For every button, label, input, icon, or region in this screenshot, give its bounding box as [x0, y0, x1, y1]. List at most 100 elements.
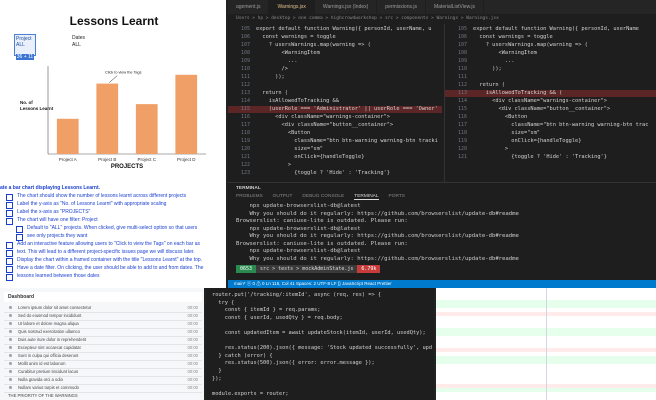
line-number: 118: [240, 130, 250, 136]
line-number: 112: [240, 82, 250, 88]
code-line: module.exports = router;: [212, 390, 289, 397]
requirement-item: Display the chart within a framed contai…: [0, 256, 226, 265]
line-number: 114: [457, 98, 467, 104]
code-line: size="sm": [256, 146, 323, 152]
code-line: ? usersWarnings.map(warning => (: [256, 42, 371, 48]
project-filter[interactable]: Project ALL 36 + 11: [14, 34, 36, 60]
prompt-segment-size: 6.79k: [357, 265, 381, 273]
editor-pane-left[interactable]: 105 export default function Warning({ per…: [228, 24, 442, 182]
code-line: <div className="button__container">: [473, 106, 611, 112]
terminal-prompt[interactable]: 0653 src > tests > mockAdminState.js 6.7…: [236, 265, 381, 273]
requirement-checkbox[interactable]: [6, 257, 13, 265]
code-line: ));: [473, 66, 502, 72]
line-number: 108: [457, 50, 467, 56]
terminal-line: Browserslist: caniuse-lite is outdated. …: [236, 218, 408, 224]
code-line: ? usersWarnings.map(warning => (: [473, 42, 588, 48]
code-line: >: [473, 146, 509, 152]
editor-tabs: agement.js Warnings.jsx Warnings.jsx (Inde…: [228, 0, 656, 14]
list-item-text: Sunt in culpa qui officia deserunt: [18, 353, 79, 358]
code-line: <WarningItem: [256, 50, 320, 56]
line-number: 109: [457, 58, 467, 64]
editor-tab[interactable]: Warnings.jsx (Index): [315, 0, 378, 14]
requirement-checkbox[interactable]: [6, 249, 13, 257]
line-number: 120: [240, 146, 250, 152]
requirements-list: ate a bar chart displaying Lessons Learn…: [0, 185, 226, 281]
requirement-item: Have a date filter. On clicking, the use…: [0, 265, 226, 273]
chart-bar[interactable]: [96, 83, 119, 154]
code-line: <WarningItem: [473, 50, 537, 56]
y-axis-label-line: Lessons Learnt: [20, 106, 54, 111]
terminal-line: Browserslist: caniuse-lite is outdated. …: [236, 240, 408, 247]
chart-bar[interactable]: [175, 74, 198, 154]
requirement-item: Label the y-axis as "No. of Lessons Lear…: [0, 201, 226, 209]
requirement-text: see only projects they want: [27, 232, 88, 239]
dates-filter[interactable]: Dates ALL: [72, 35, 85, 49]
lessons-bar-chart: Project A Project B Project C Project D PROJ…: [18, 60, 214, 170]
requirement-text: Add an interactive feature allowing user…: [17, 240, 201, 247]
chart-bar[interactable]: [56, 118, 79, 154]
x-tick-label: Project A: [59, 157, 77, 162]
requirement-checkbox[interactable]: [6, 217, 13, 225]
line-number: 115: [240, 106, 250, 112]
status-bar: main* ⓧ 0 ⚠ 0 Ln 115, Col 41 Spaces: 2 U…: [228, 280, 656, 288]
terminal-line: npx update-browserslist-db@latest: [236, 248, 361, 254]
list-item-time: 00:00: [187, 345, 198, 350]
requirement-checkbox[interactable]: [16, 225, 23, 233]
code-line: });: [212, 375, 222, 382]
status-dot: [9, 386, 12, 389]
code-line: >: [256, 162, 292, 168]
chart-bar[interactable]: [135, 104, 158, 154]
list-item-text: Nulla gravida orci a odio: [18, 377, 63, 382]
editor-pane-right[interactable]: 105 export default function Warning({ per…: [444, 24, 656, 182]
list-item-time: 00:00: [187, 305, 198, 310]
editor-tab[interactable]: MaterialListView.js: [426, 0, 485, 14]
terminal-line: npx update-browserslist-db@latest: [236, 225, 361, 232]
requirement-item: lessons learned between those dates: [0, 273, 226, 281]
requirement-checkbox[interactable]: [6, 209, 13, 217]
requirement-checkbox[interactable]: [6, 273, 13, 281]
list-item-time: 00:00: [187, 369, 198, 374]
list-footer-text: THE PRIORITY OF THE WARNINGS: [8, 393, 78, 398]
terminal-label: TERMINAL: [236, 186, 261, 191]
list-item-text: Sed do eiusmod tempor incididunt: [18, 313, 82, 318]
list-item-text: Nullam varius turpis et commodo: [18, 385, 79, 390]
code-line: res.status(200).json({ message: 'Stock u…: [212, 345, 433, 352]
requirement-checkbox[interactable]: [6, 193, 13, 201]
code-line: size="sm": [473, 130, 540, 136]
code-line: ...: [473, 58, 515, 64]
requirement-checkbox[interactable]: [6, 201, 13, 209]
requirement-checkbox[interactable]: [16, 233, 23, 241]
line-number: 110: [457, 66, 467, 72]
list-item-time: 00:00: [187, 361, 198, 366]
requirement-checkbox[interactable]: [6, 265, 13, 273]
code-line: const { userId, usedQty } = req.body;: [212, 314, 343, 321]
editor-tab[interactable]: agement.js: [228, 0, 270, 14]
line-number: 120: [457, 146, 467, 152]
list-item-time: 00:00: [187, 377, 198, 382]
code-line: {toggle ? 'Hide' : 'Tracking'}: [256, 170, 390, 176]
code-line: isAllowedToTracking &&: [256, 98, 339, 104]
code-line: router.put('/tracking/:itemId', async (r…: [212, 292, 382, 298]
line-number: 112: [457, 82, 467, 88]
diff-divider: [546, 288, 547, 400]
line-number: 105: [457, 26, 467, 32]
list-item-text: Curabitur pretium tincidunt lacus: [18, 369, 79, 374]
requirement-text: Display the chart within a framed contai…: [17, 256, 203, 263]
requirement-item: text. This will lead to a different proj…: [0, 249, 226, 257]
code-line: onClick={handleToggle}: [473, 138, 582, 144]
editor-tab[interactable]: permissions.js: [377, 0, 426, 14]
code-line: {toggle ? 'Hide' : 'Tracking'}: [473, 154, 607, 160]
status-dot: [9, 322, 12, 325]
requirement-checkbox[interactable]: [6, 241, 13, 249]
line-number: 107: [457, 42, 467, 48]
code-line: res.status(500).json({ error: error.mess…: [212, 360, 375, 367]
status-dot: [9, 338, 12, 341]
status-dot: [9, 354, 12, 357]
list-item-time: 00:00: [187, 321, 198, 326]
code-line: <div className="button__container">: [256, 122, 394, 128]
y-axis-label: No. of Lessons Learnt: [20, 100, 54, 111]
editor-tab[interactable]: Warnings.jsx: [269, 0, 315, 14]
code-line: className="btn btn-warning warning-btn t…: [473, 122, 649, 128]
prompt-segment-path: src > tests > mockAdminState.js: [256, 265, 358, 273]
line-number: 106: [240, 34, 250, 40]
